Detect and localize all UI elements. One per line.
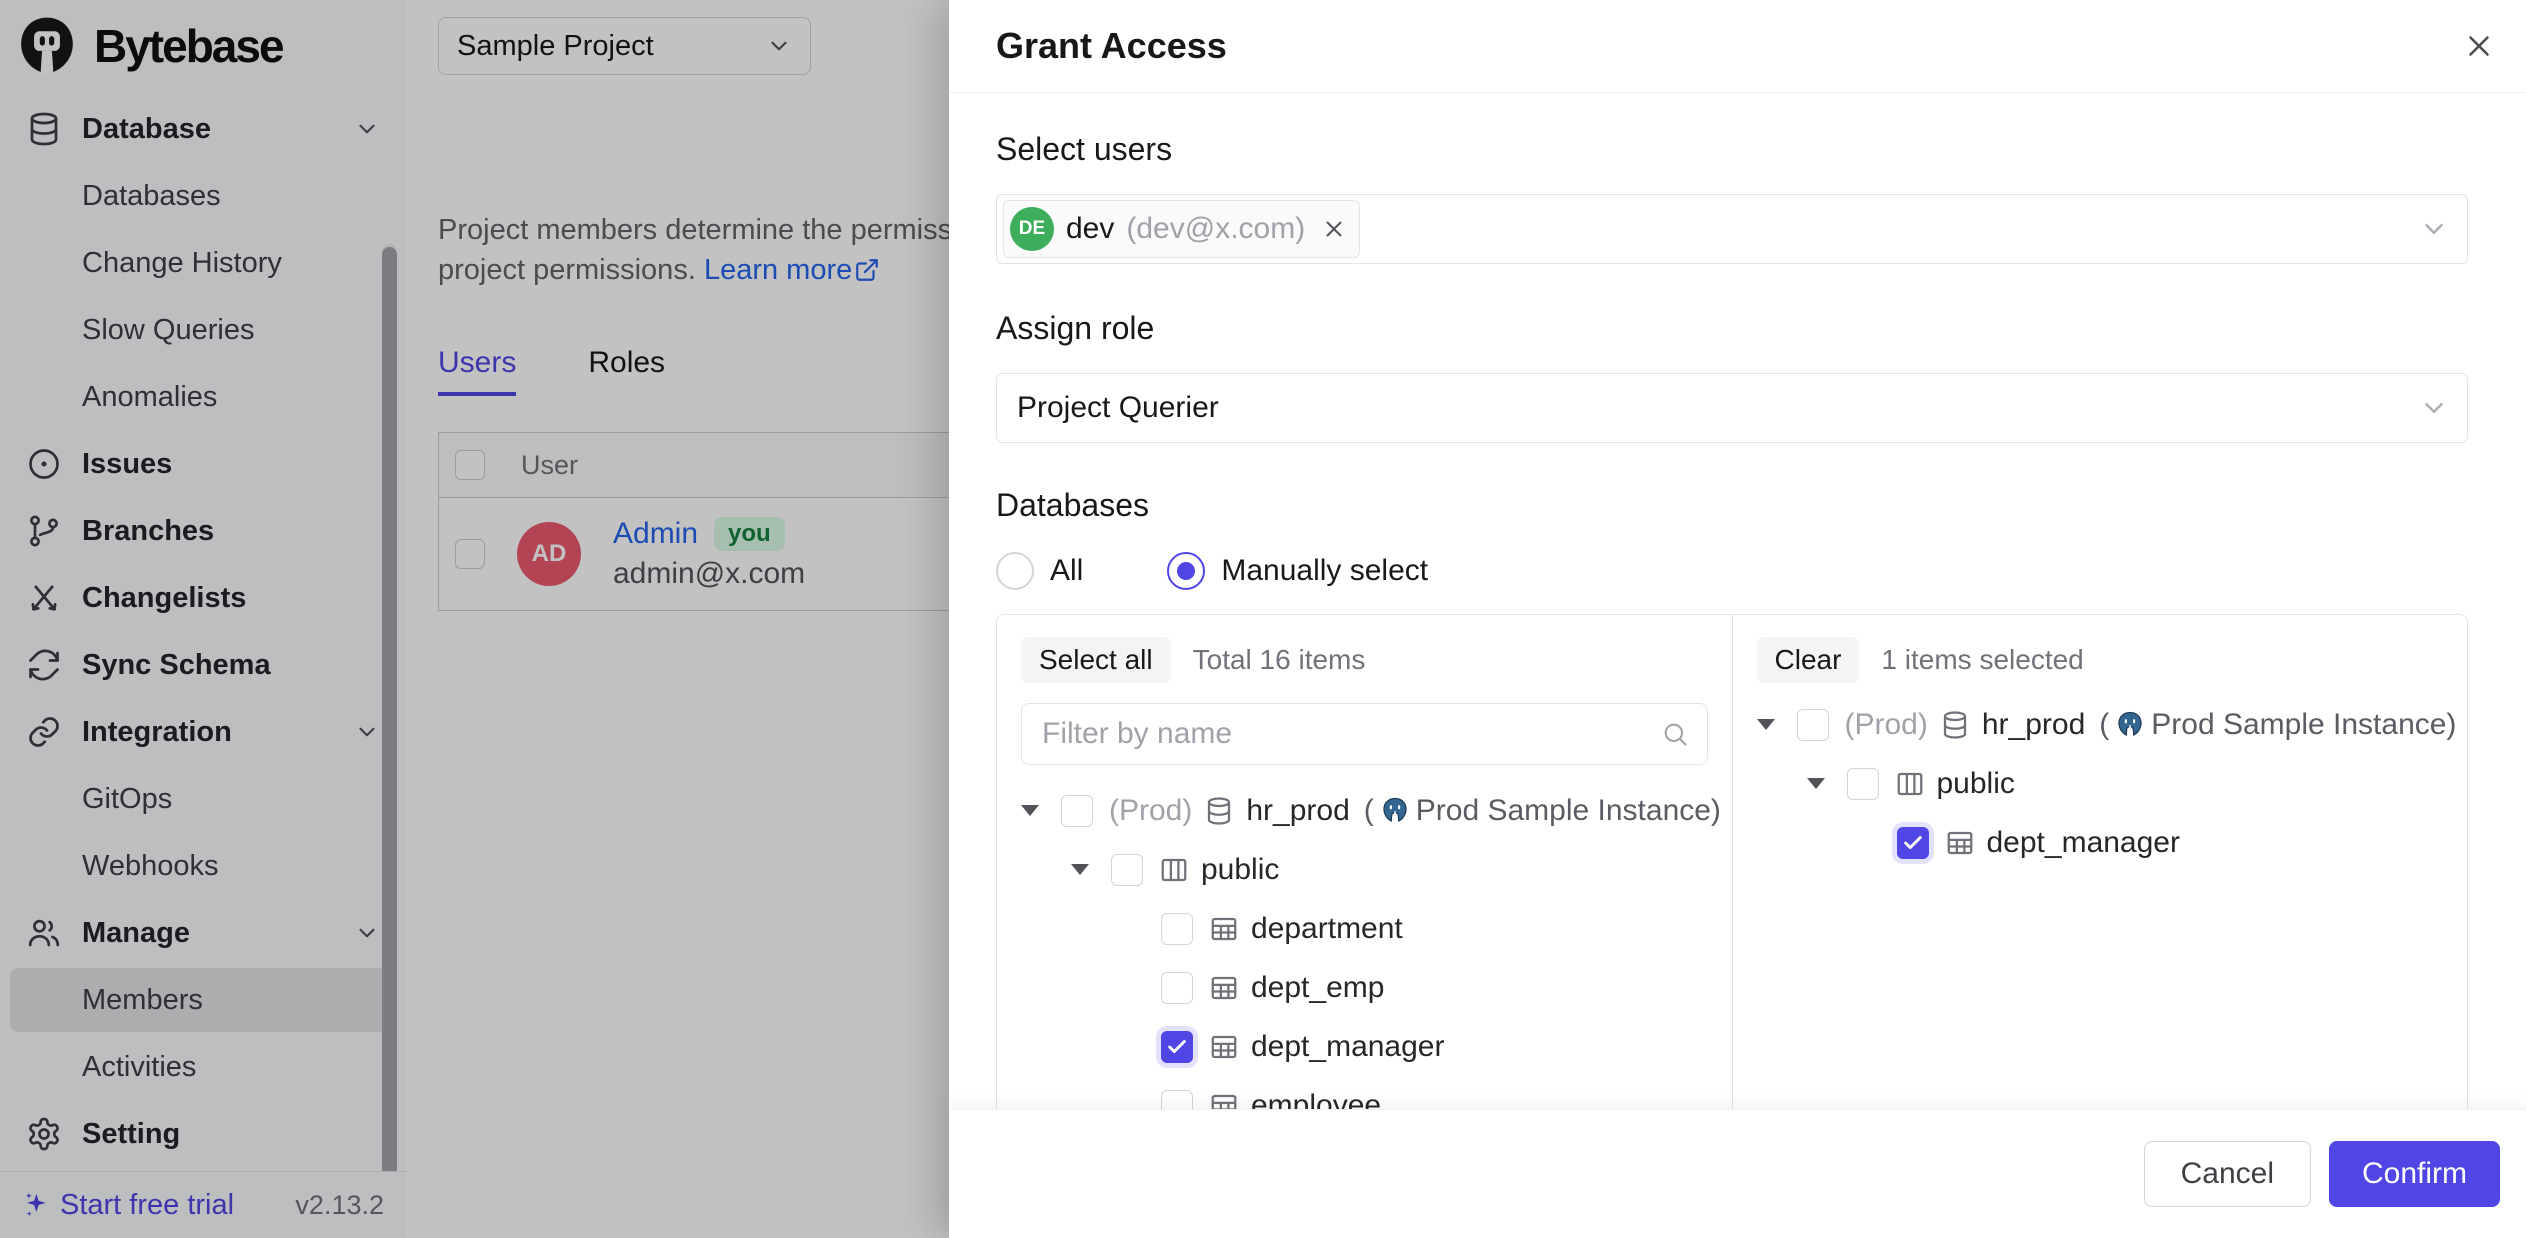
radio-manually-select[interactable]: Manually select: [1167, 552, 1428, 590]
checkbox[interactable]: [1847, 768, 1879, 800]
role-select[interactable]: Project Querier: [996, 373, 2468, 443]
filter-box: [1021, 703, 1708, 765]
modal-header: Grant Access: [949, 0, 2526, 93]
instance-label: ( Prod Sample Instance): [1364, 794, 1721, 828]
tree-row-schema[interactable]: public: [1757, 754, 2444, 813]
databases-label: Databases: [996, 487, 2468, 524]
total-count: Total 16 items: [1193, 644, 1366, 676]
modal-body: Select users DE dev (dev@x.com) Assign r…: [949, 93, 2526, 1216]
remove-user-icon[interactable]: [1321, 216, 1347, 242]
database-icon: [1204, 796, 1234, 826]
selected-count: 1 items selected: [1881, 644, 2083, 676]
checkbox[interactable]: [1161, 972, 1193, 1004]
grant-access-modal: Grant Access Select users DE dev (dev@x.…: [949, 0, 2526, 1238]
select-users-label: Select users: [996, 131, 2468, 168]
database-scope-radios: All Manually select: [996, 552, 2468, 590]
radio-circle-selected[interactable]: [1167, 552, 1205, 590]
close-icon[interactable]: [2462, 29, 2496, 63]
chevron-down-icon: [2419, 393, 2449, 423]
instance-label: ( Prod Sample Instance): [2099, 708, 2456, 742]
checkbox[interactable]: [1111, 854, 1143, 886]
checkbox-checked[interactable]: [1161, 1031, 1193, 1063]
radio-all[interactable]: All: [996, 552, 1083, 590]
postgres-icon: [2115, 710, 2145, 740]
tree-row-table[interactable]: department: [1021, 899, 1708, 958]
postgres-icon: [1380, 796, 1410, 826]
tree-row-instance[interactable]: (Prod) hr_prod ( Prod Sample Instance): [1757, 695, 2444, 754]
tree-row-table[interactable]: dept_manager: [1021, 1017, 1708, 1076]
user-chip: DE dev (dev@x.com): [1003, 200, 1360, 258]
tree-row-instance[interactable]: (Prod) hr_prod ( Prod Sample Instance): [1021, 781, 1708, 840]
table-icon: [1945, 828, 1975, 858]
modal-title: Grant Access: [996, 25, 1227, 67]
radio-circle[interactable]: [996, 552, 1034, 590]
table-icon: [1209, 914, 1239, 944]
chevron-down-icon: [2419, 214, 2449, 244]
checkbox-checked[interactable]: [1897, 827, 1929, 859]
tree-row-table[interactable]: dept_emp: [1021, 958, 1708, 1017]
modal-footer: Cancel Confirm: [949, 1109, 2526, 1238]
confirm-button[interactable]: Confirm: [2329, 1141, 2500, 1207]
search-icon: [1661, 720, 1689, 748]
caret-down-icon[interactable]: [1757, 719, 1775, 730]
avatar: DE: [1010, 207, 1054, 251]
tree-row-table[interactable]: dept_manager: [1757, 813, 2444, 872]
schema-icon: [1895, 769, 1925, 799]
table-icon: [1209, 1032, 1239, 1062]
checkbox[interactable]: [1061, 795, 1093, 827]
select-all-button[interactable]: Select all: [1021, 637, 1171, 683]
selected-tree: (Prod) hr_prod ( Prod Sample Instance): [1757, 695, 2444, 872]
checkbox[interactable]: [1797, 709, 1829, 741]
filter-input[interactable]: [1040, 716, 1651, 752]
table-icon: [1209, 973, 1239, 1003]
checkbox[interactable]: [1161, 913, 1193, 945]
clear-button[interactable]: Clear: [1757, 637, 1860, 683]
caret-down-icon[interactable]: [1021, 805, 1039, 816]
source-tree: (Prod) hr_prod ( Prod Sample Instance): [1021, 781, 1708, 1135]
schema-icon: [1159, 855, 1189, 885]
caret-down-icon[interactable]: [1071, 864, 1089, 875]
tree-row-schema[interactable]: public: [1021, 840, 1708, 899]
database-icon: [1940, 710, 1970, 740]
assign-role-label: Assign role: [996, 310, 2468, 347]
select-users-input[interactable]: DE dev (dev@x.com): [996, 194, 2468, 264]
caret-down-icon[interactable]: [1807, 778, 1825, 789]
cancel-button[interactable]: Cancel: [2144, 1141, 2311, 1207]
